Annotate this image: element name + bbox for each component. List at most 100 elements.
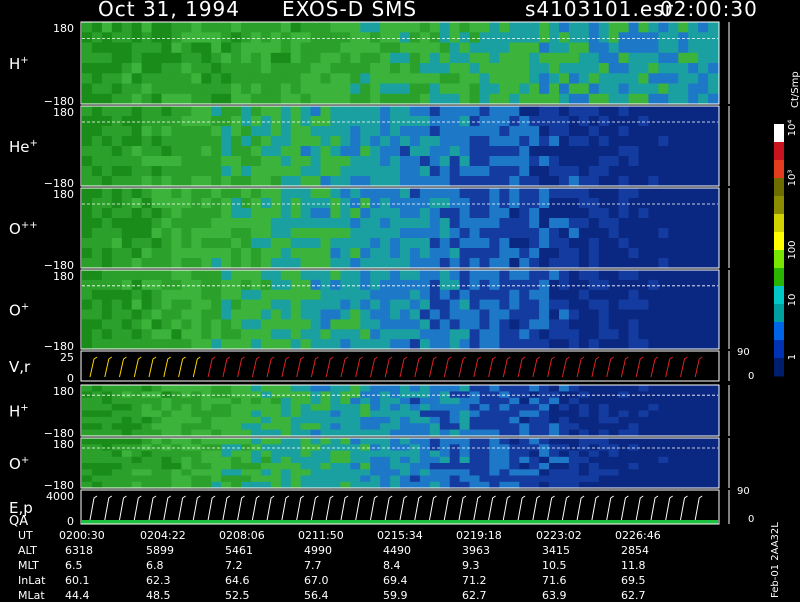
spectrogram-cell: [340, 248, 351, 259]
spectrogram-cell: [121, 136, 133, 147]
spectrogram-cell: [121, 238, 133, 249]
spectrogram-cell: [429, 218, 441, 229]
spectrogram-cell: [708, 63, 719, 74]
spectrogram-cell: [280, 329, 292, 340]
panel-label-sup: ++: [21, 220, 38, 231]
spectrogram-cell: [191, 176, 202, 187]
spectrogram-cell: [171, 416, 182, 424]
spectrogram-cell: [549, 438, 560, 445]
spectrogram-cell: [241, 397, 252, 405]
spectrogram-cell: [82, 22, 93, 33]
spectrogram-cell: [658, 106, 669, 117]
spectrogram-cell: [499, 238, 510, 249]
spectrogram-cell: [250, 52, 262, 64]
spectrogram-cell: [400, 438, 411, 445]
spectrogram-cell: [638, 188, 649, 199]
spectrogram-cell: [469, 73, 481, 85]
spectrogram-cell: [459, 289, 471, 301]
spectrogram-cell: [360, 188, 371, 199]
spectrogram-cell: [519, 438, 530, 445]
spectrogram-cell: [370, 198, 381, 209]
panel-sublabel: QA: [9, 514, 28, 529]
spectrogram-cell: [161, 385, 172, 392]
spectrogram-cell: [429, 83, 441, 95]
spectrogram-cell: [390, 423, 401, 431]
spectrogram-cell: [82, 228, 93, 239]
y-tick-min: 0: [67, 515, 74, 528]
spectrogram-cell: [82, 176, 93, 187]
spectrogram-cell: [181, 416, 192, 424]
spectrogram-cell: [559, 156, 570, 167]
spectrogram-cell: [270, 198, 282, 209]
spectrogram-cell: [529, 32, 540, 44]
spectrogram-cell: [280, 404, 292, 412]
spectrogram-cell: [181, 136, 192, 147]
spectrogram-cell: [549, 423, 560, 431]
spectrogram-cell: [449, 404, 461, 412]
spectrogram-cell: [618, 289, 630, 301]
spectrogram-cell: [469, 208, 481, 219]
spectrogram-cell: [509, 188, 520, 199]
spectrogram-cell: [380, 83, 391, 95]
spectrogram-cell: [439, 22, 451, 33]
spectrogram-cell: [529, 116, 540, 127]
spectrogram-cell: [330, 208, 341, 219]
spectrogram-cell: [181, 410, 192, 418]
spectrogram-cell: [638, 228, 649, 239]
spectrogram-cell: [300, 423, 312, 431]
spectrogram-cell: [370, 136, 381, 147]
spectrogram-cell: [409, 218, 421, 229]
spectrogram-cell: [539, 208, 550, 219]
spectrogram-cell: [638, 469, 649, 477]
spectrogram-cell: [400, 309, 411, 320]
spectrogram-cell: [320, 228, 331, 239]
spectrogram-cell: [519, 410, 530, 418]
spectrogram-cell: [211, 188, 222, 199]
spectrogram-cell: [479, 450, 490, 458]
spectrogram-cell: [350, 238, 361, 249]
spectrogram-cell: [131, 198, 143, 209]
spectrogram-cell: [151, 456, 163, 464]
spectrogram-cell: [578, 73, 590, 85]
spectrogram-cell: [260, 42, 272, 54]
spectrogram-cell: [628, 397, 640, 405]
spectrogram-cell: [91, 329, 103, 340]
spectrogram-cell: [161, 456, 172, 464]
spectrogram-cell: [300, 73, 312, 85]
spectrogram-cell: [588, 83, 600, 95]
spectrogram-cell: [91, 339, 103, 350]
spectrogram-cell: [409, 385, 421, 392]
spectrogram-cell: [539, 93, 550, 105]
spectrogram-cell: [608, 106, 620, 117]
spectrogram-cell: [121, 63, 133, 74]
spectrogram-cell: [370, 309, 381, 320]
spectrogram-cell: [479, 404, 490, 412]
spectrogram-cell: [360, 248, 371, 259]
spectrogram-cell: [141, 279, 153, 291]
spectrogram-cell: [171, 126, 182, 137]
spectrogram-cell: [310, 198, 322, 209]
spectrogram-cell: [320, 258, 331, 269]
spectrogram-cell: [360, 83, 371, 95]
spectrogram-cell: [439, 270, 451, 281]
spectrogram-cell: [221, 469, 232, 477]
panel-label: O+: [9, 302, 29, 320]
spectrogram-cell: [529, 270, 540, 281]
spectrogram-cell: [231, 397, 242, 405]
spectrogram-cell: [201, 319, 212, 330]
spectrogram-cell: [280, 116, 292, 127]
spectrogram-cell: [688, 22, 699, 33]
spectrogram-cell: [320, 289, 331, 301]
spectrogram-cell: [280, 248, 292, 259]
spectrogram-cell: [708, 106, 719, 117]
spectrogram-cell: [201, 299, 212, 311]
spectrogram-cell: [539, 270, 550, 281]
spectrogram-cell: [310, 176, 322, 187]
spectrogram-cell: [231, 156, 242, 167]
spectrogram-cell: [459, 146, 471, 157]
spectrogram-cell: [608, 228, 620, 239]
spectrogram-cell: [270, 136, 282, 147]
spectrogram-cell: [250, 258, 262, 269]
table-cell: 10.5: [542, 559, 567, 572]
spectrogram-cell: [400, 228, 411, 239]
